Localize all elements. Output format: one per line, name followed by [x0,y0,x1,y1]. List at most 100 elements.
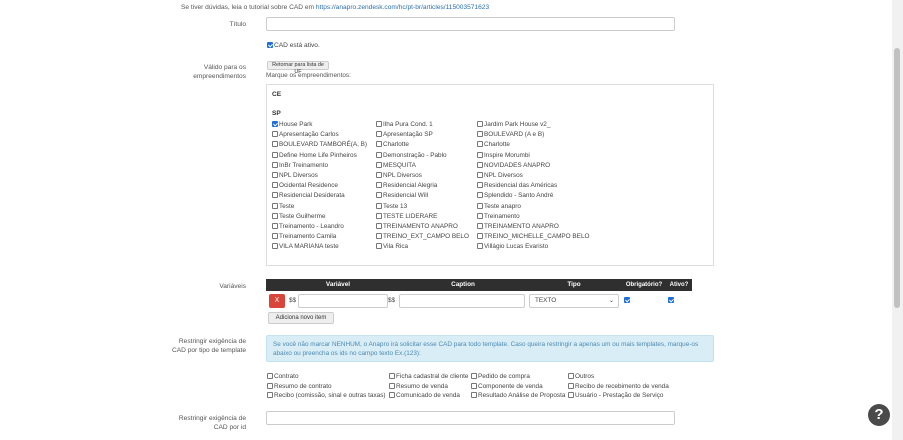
empreendimento-checkbox[interactable] [376,192,382,199]
template-type-option[interactable]: Resumo de venda [389,382,448,391]
delete-variable-button[interactable]: X [269,294,285,308]
empreendimento-item[interactable]: InBr Treinamento [272,161,328,170]
empreendimento-checkbox[interactable] [272,141,278,148]
empreendimento-checkbox[interactable] [272,182,278,189]
empreendimento-checkbox[interactable] [477,151,483,158]
template-type-checkbox[interactable] [389,392,395,398]
empreendimento-checkbox[interactable] [376,172,382,178]
empreendimento-item[interactable]: TREINO_MICHELLE_CAMPO BELO [477,233,589,241]
template-type-checkbox[interactable] [568,373,574,379]
template-type-checkbox[interactable] [267,382,273,389]
empreendimento-checkbox[interactable] [477,121,483,127]
empreendimento-item[interactable]: TREINO_EXT_CAMPO BELO [376,233,469,241]
empreendimento-item[interactable]: Residencial Will [376,192,428,200]
template-type-option[interactable]: Resultado Análise de Proposta [471,392,565,400]
template-type-checkbox[interactable] [471,373,477,379]
empreendimento-item[interactable]: Treinamento [477,212,520,221]
tutorial-link[interactable]: https://anapro.zendesk.com/hc/pt-br/arti… [316,4,489,11]
empreendimento-item[interactable]: VILA MARIANA teste [272,243,339,251]
empreendimento-checkbox[interactable] [272,233,278,240]
template-type-checkbox[interactable] [568,392,574,398]
empreendimento-checkbox[interactable] [477,212,483,219]
empreendimento-checkbox[interactable] [477,141,483,148]
empreendimento-checkbox[interactable] [376,151,382,158]
template-type-option[interactable]: Pedido de compra [471,373,530,381]
empreendimento-item[interactable]: Villágio Lucas Evaristo [477,243,548,251]
empreendimento-item[interactable]: Teste anapro [477,202,521,211]
empreendimento-checkbox[interactable] [477,223,483,229]
empreendimento-item[interactable]: NOVIDADES ANAPRO [477,161,550,170]
caption-input[interactable] [399,294,525,308]
empreendimento-checkbox[interactable] [376,212,382,219]
empreendimento-item[interactable]: Inspire Morumbi [477,151,530,160]
template-type-checkbox[interactable] [267,392,273,398]
empreendimento-item[interactable]: Teste [272,202,294,211]
empreendimento-checkbox[interactable] [477,182,483,189]
empreendimento-item[interactable]: Splendido - Santo André [477,192,553,200]
template-type-option[interactable]: Comunicado de venda [389,392,460,400]
template-type-checkbox[interactable] [568,382,574,389]
empreendimento-item[interactable]: Apresentação Carlos [272,131,339,139]
empreendimento-checkbox[interactable] [477,192,483,199]
empreendimento-checkbox[interactable] [272,121,278,127]
cad-ativo-checkbox[interactable] [267,42,273,48]
empreendimento-item[interactable]: Demonstração - Pablo [376,151,447,160]
empreendimento-checkbox[interactable] [272,151,278,158]
empreendimento-checkbox[interactable] [376,182,382,189]
empreendimento-checkbox[interactable] [477,131,483,138]
ativo-checkbox[interactable] [668,297,674,303]
template-type-checkbox[interactable] [471,392,477,398]
template-type-option[interactable]: Resumo de contrato [267,382,332,391]
empreendimento-item[interactable]: Teste 13 [376,202,407,211]
empreendimento-checkbox[interactable] [272,161,278,168]
empreendimento-checkbox[interactable] [272,223,278,229]
empreendimento-item[interactable]: Apresentação SP [376,131,433,139]
empreendimento-item[interactable]: NPL Diversos [272,172,318,180]
empreendimento-item[interactable]: BOULEVARD (A e B) [477,131,544,139]
help-button[interactable]: ? [868,404,890,426]
empreendimento-checkbox[interactable] [376,202,382,209]
add-variable-button[interactable]: Adiciona novo item [268,312,334,324]
empreendimento-checkbox[interactable] [272,172,278,178]
variavel-input[interactable] [298,294,388,308]
empreendimento-checkbox[interactable] [376,141,382,148]
empreendimento-item[interactable]: Treinamento - Leandro [272,223,344,231]
empreendimento-item[interactable]: Jardim Park House v2_ [477,121,550,129]
obrigatorio-checkbox[interactable] [624,297,630,303]
empreendimento-checkbox[interactable] [376,243,382,250]
empreendimento-checkbox[interactable] [272,192,278,199]
empreendimento-checkbox[interactable] [477,202,483,209]
empreendimento-checkbox[interactable] [376,223,382,229]
template-type-checkbox[interactable] [389,373,395,379]
empreendimento-item[interactable]: NPL Diversos [477,172,523,180]
empreendimento-checkbox[interactable] [376,121,382,127]
empreendimento-item[interactable]: NPL Diversos [376,172,422,180]
empreendimento-item[interactable]: TESTE LIDERARE [376,212,437,221]
empreendimento-item[interactable]: Ocidental Residence [272,182,338,190]
template-type-option[interactable]: Recibo (comissão, sinal e outras taxas) [267,392,386,400]
empreendimento-checkbox[interactable] [272,212,278,219]
empreendimento-item[interactable]: Ilha Pura Cond. 1 [376,121,433,129]
empreendimento-item[interactable]: BOULEVARD TAMBORÉ(A, B) [272,141,367,149]
template-type-option[interactable]: Ficha cadastral de cliente [389,373,468,381]
empreendimento-item[interactable]: Teste Guilherme [272,212,326,221]
empreendimento-checkbox[interactable] [272,131,278,138]
empreendimento-item[interactable]: TREINAMENTO ANAPRO [477,223,559,231]
template-type-checkbox[interactable] [471,382,477,389]
empreendimento-checkbox[interactable] [272,243,278,250]
empreendimento-item[interactable]: Residencial Desiderata [272,192,345,200]
empreendimento-item[interactable]: Treinamento Camila [272,233,336,241]
titulo-input[interactable] [266,17,675,31]
restringir-id-input[interactable] [266,411,675,425]
empreendimento-checkbox[interactable] [376,161,382,168]
empreendimento-item[interactable]: MESQUITA [376,161,416,170]
empreendimento-item[interactable]: TREINAMENTO ANAPRO [376,223,458,231]
empreendimento-checkbox[interactable] [376,131,382,138]
empreendimento-checkbox[interactable] [477,161,483,168]
template-type-checkbox[interactable] [389,382,395,389]
scrollbar-thumb[interactable] [894,48,900,308]
empreendimento-item[interactable]: Vila Rica [376,243,408,251]
empreendimento-checkbox[interactable] [272,202,278,209]
template-type-option[interactable]: Outros [568,373,594,381]
empreendimento-item[interactable]: Define Home Life Pinheiros [272,151,357,160]
